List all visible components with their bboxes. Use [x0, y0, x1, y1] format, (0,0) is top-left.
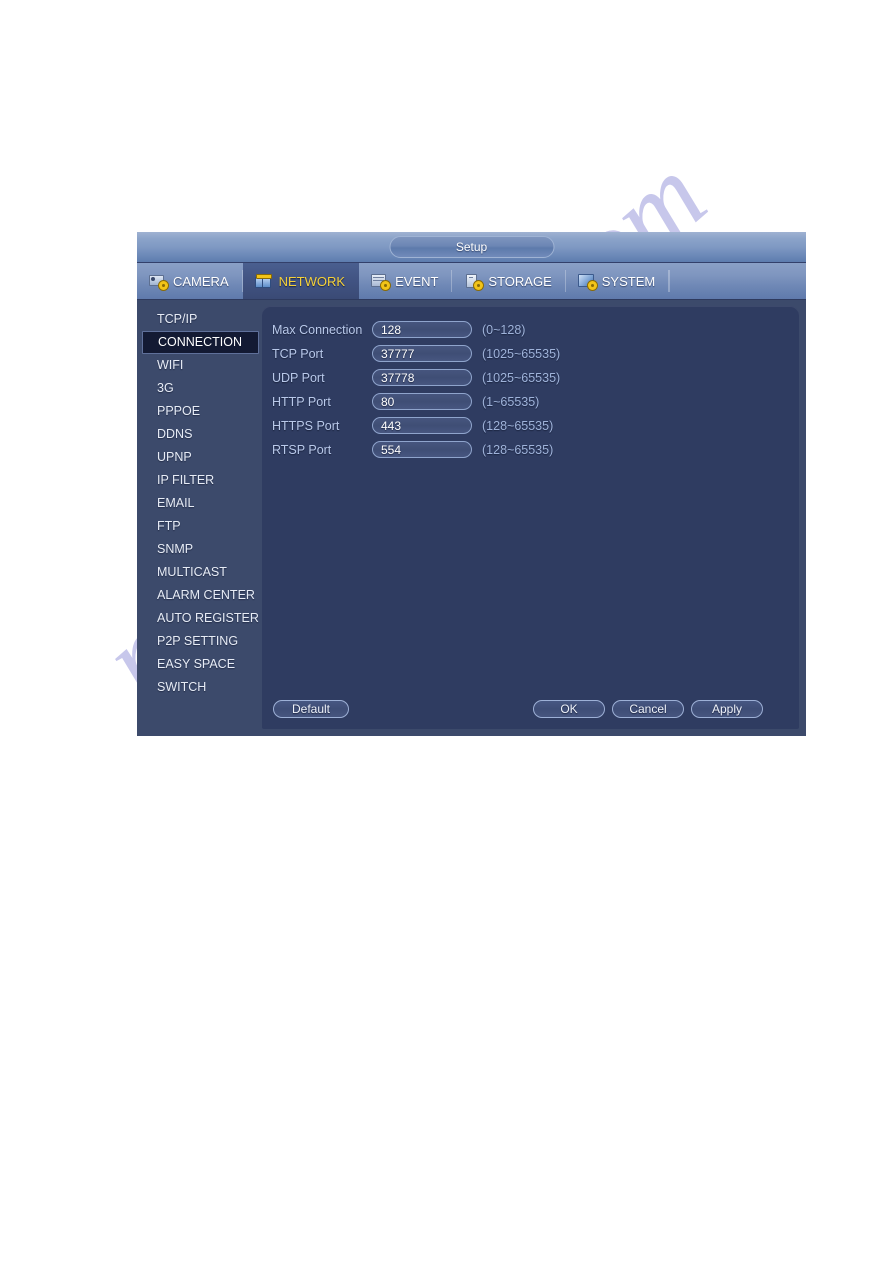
camera-icon [149, 273, 168, 290]
network-sidebar: TCP/IP CONNECTION WIFI 3G PPPOE DDNS UPN… [142, 306, 259, 729]
http-port-input[interactable] [372, 393, 472, 410]
udp-port-hint: (1025~65535) [482, 370, 561, 385]
tab-network-label: NETWORK [278, 273, 346, 289]
rtsp-port-input[interactable] [372, 441, 472, 458]
tab-storage[interactable]: STORAGE [452, 263, 567, 299]
tcp-port-label: TCP Port [272, 346, 324, 361]
row-rtsp-port: RTSP Port (128~65535) [272, 438, 799, 461]
sidebar-item-upnp[interactable]: UPNP [142, 446, 259, 469]
tab-camera-label: CAMERA [173, 273, 229, 289]
default-button[interactable]: Default [273, 700, 349, 718]
storage-icon [464, 273, 484, 290]
rtsp-port-label: RTSP Port [272, 442, 332, 457]
system-icon [577, 273, 597, 290]
rtsp-port-hint: (128~65535) [482, 442, 554, 457]
sidebar-item-ip-filter[interactable]: IP FILTER [142, 469, 259, 492]
sidebar-item-alarm-center[interactable]: ALARM CENTER [142, 584, 259, 607]
tcp-port-hint: (1025~65535) [482, 346, 561, 361]
apply-button[interactable]: Apply [691, 700, 763, 718]
row-max-connection: Max Connection (0~128) [272, 318, 799, 341]
tcp-port-input[interactable] [372, 345, 472, 362]
https-port-input[interactable] [372, 417, 472, 434]
tab-network[interactable]: NETWORK [242, 263, 360, 299]
sidebar-item-multicast[interactable]: MULTICAST [142, 561, 259, 584]
tab-system[interactable]: SYSTEM [566, 263, 670, 299]
sidebar-item-auto-register[interactable]: AUTO REGISTER [142, 607, 259, 630]
udp-port-input[interactable] [372, 369, 472, 386]
connection-form: Max Connection (0~128) TCP Port (1025~65… [262, 318, 799, 461]
window-titlebar: Setup [137, 232, 806, 263]
https-port-hint: (128~65535) [482, 418, 554, 433]
cancel-button[interactable]: Cancel [612, 700, 684, 718]
event-icon [371, 273, 391, 290]
main-tab-bar: CAMERA NETWORK EVENT STORAGE SYSTEM [137, 263, 806, 300]
connection-settings-panel: Max Connection (0~128) TCP Port (1025~65… [262, 306, 799, 729]
setup-window: Setup CAMERA NETWORK EVENT STORAGE SYSTE… [137, 232, 806, 736]
tab-event-label: EVENT [395, 273, 439, 289]
tab-system-label: SYSTEM [601, 273, 656, 289]
https-port-label: HTTPS Port [272, 418, 340, 433]
row-tcp-port: TCP Port (1025~65535) [272, 342, 799, 365]
max-connection-input[interactable] [372, 321, 472, 338]
udp-port-label: UDP Port [272, 370, 325, 385]
tab-storage-label: STORAGE [488, 273, 552, 289]
window-title: Setup [389, 236, 554, 258]
sidebar-item-snmp[interactable]: SNMP [142, 538, 259, 561]
panel-footer: Default OK Cancel Apply [262, 700, 799, 720]
sidebar-item-3g[interactable]: 3G [142, 377, 259, 400]
row-udp-port: UDP Port (1025~65535) [272, 366, 799, 389]
sidebar-item-ddns[interactable]: DDNS [142, 423, 259, 446]
sidebar-item-email[interactable]: EMAIL [142, 492, 259, 515]
row-https-port: HTTPS Port (128~65535) [272, 414, 799, 437]
row-http-port: HTTP Port (1~65535) [272, 390, 799, 413]
sidebar-item-pppoe[interactable]: PPPOE [142, 400, 259, 423]
network-icon [254, 273, 273, 289]
http-port-label: HTTP Port [272, 394, 331, 409]
sidebar-item-ftp[interactable]: FTP [142, 515, 259, 538]
window-body: TCP/IP CONNECTION WIFI 3G PPPOE DDNS UPN… [137, 300, 806, 736]
tab-event[interactable]: EVENT [359, 263, 453, 299]
sidebar-item-tcpip[interactable]: TCP/IP [142, 308, 259, 331]
sidebar-item-connection[interactable]: CONNECTION [142, 331, 259, 354]
sidebar-item-easy-space[interactable]: EASY SPACE [142, 653, 259, 676]
tab-bar-filler [669, 263, 806, 299]
sidebar-item-p2p-setting[interactable]: P2P SETTING [142, 630, 259, 653]
tab-camera[interactable]: CAMERA [137, 263, 243, 299]
max-connection-hint: (0~128) [482, 322, 526, 337]
sidebar-item-wifi[interactable]: WIFI [142, 354, 259, 377]
sidebar-item-switch[interactable]: SWITCH [142, 676, 259, 699]
http-port-hint: (1~65535) [482, 394, 540, 409]
max-connection-label: Max Connection [272, 322, 363, 337]
ok-button[interactable]: OK [533, 700, 605, 718]
